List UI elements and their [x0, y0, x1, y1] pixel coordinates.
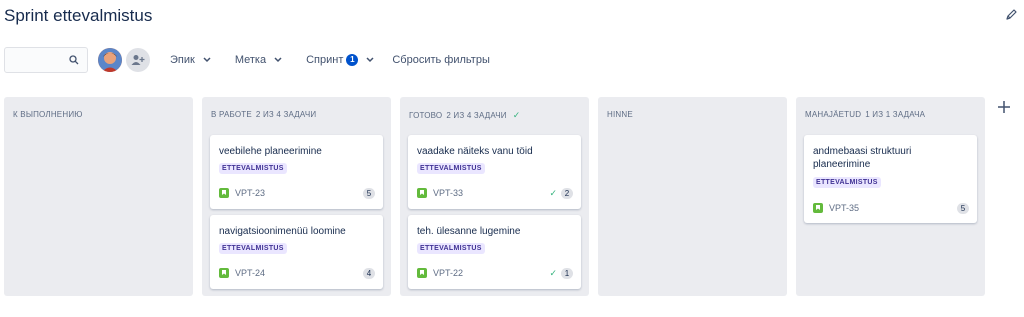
- board-column-done: ГОТОВО 2 ИЗ 4 ЗАДАЧИ ✓ vaadake näiteks van…: [400, 97, 589, 296]
- story-icon: [219, 268, 229, 278]
- story-icon: [813, 203, 823, 213]
- filter-toolbar: Эпик Метка Спринт 1 Сбросить фильтры: [4, 46, 490, 74]
- search-icon: [69, 55, 79, 65]
- epic-label[interactable]: ETTEVALMISTUS: [219, 163, 287, 174]
- column-title: ГОТОВО: [409, 111, 443, 120]
- epic-filter-label: Эпик: [170, 54, 195, 66]
- issue-summary: navigatsioonimenüü loomine: [219, 226, 346, 237]
- search-field[interactable]: [4, 47, 88, 73]
- column-header: MAHAJÄETUD 1 ИЗ 1 ЗАДАЧА: [805, 110, 925, 119]
- issue-key[interactable]: VPT-24: [235, 268, 265, 278]
- issue-key[interactable]: VPT-23: [235, 188, 265, 198]
- chevron-down-icon: [203, 57, 211, 63]
- column-issue-count: 2 ИЗ 4 ЗАДАЧИ: [255, 110, 317, 119]
- issue-card[interactable]: vaadake näiteks vanu töid ETTEVALMISTUS …: [408, 135, 581, 209]
- avatar[interactable]: [98, 48, 122, 72]
- issue-card[interactable]: teh. ülesanne lugemine ETTEVALMISTUS VPT…: [408, 215, 581, 289]
- issue-card[interactable]: navigatsioonimenüü loomine ETTEVALMISTUS…: [210, 215, 383, 289]
- card-footer: VPT-35 5: [813, 202, 969, 214]
- column-title: К ВЫПОЛНЕНИЮ: [13, 110, 83, 119]
- board-column-mahajaetud: MAHAJÄETUD 1 ИЗ 1 ЗАДАЧА andmebaasi struk…: [796, 97, 985, 296]
- story-points: 5: [957, 202, 969, 214]
- card-footer: VPT-22 ✓ 1: [417, 267, 573, 279]
- column-issue-count: 1 ИЗ 1 ЗАДАЧА: [865, 110, 926, 119]
- chevron-down-icon: [366, 57, 374, 63]
- epic-label[interactable]: ETTEVALMISTUS: [219, 243, 287, 254]
- card-footer: VPT-24 4: [219, 267, 375, 279]
- check-icon: ✓: [512, 110, 521, 120]
- board-column-in-progress: В РАБОТЕ 2 ИЗ 4 ЗАДАЧИ veebilehe planeeri…: [202, 97, 391, 296]
- column-header: В РАБОТЕ 2 ИЗ 4 ЗАДАЧИ: [211, 110, 316, 119]
- column-header: HINNE: [607, 110, 633, 119]
- epic-label[interactable]: ETTEVALMISTUS: [813, 177, 881, 188]
- label-filter-label: Метка: [234, 54, 267, 66]
- issue-summary: andmebaasi struktuuri planeerimine: [813, 146, 912, 170]
- reset-filters-button[interactable]: Сбросить фильтры: [392, 54, 490, 66]
- story-icon: [219, 188, 229, 198]
- search-input[interactable]: [9, 49, 73, 73]
- epic-label[interactable]: ETTEVALMISTUS: [417, 243, 485, 254]
- user-avatar-image: [98, 48, 122, 72]
- board-column-hinne: HINNE: [598, 97, 787, 296]
- column-header: ГОТОВО 2 ИЗ 4 ЗАДАЧИ ✓: [409, 110, 521, 121]
- story-points: 5: [363, 187, 375, 199]
- check-icon: ✓: [549, 187, 557, 198]
- page-title: Sprint ettevalmistus: [4, 6, 153, 25]
- story-points: 2: [561, 187, 573, 199]
- issue-summary: teh. ülesanne lugemine: [417, 226, 521, 237]
- add-user-button[interactable]: [126, 48, 150, 72]
- card-footer: VPT-33 ✓ 2: [417, 187, 573, 199]
- story-points: 1: [561, 267, 573, 279]
- column-title: MAHAJÄETUD: [805, 110, 862, 119]
- epic-label[interactable]: ETTEVALMISTUS: [417, 163, 485, 174]
- add-column-button[interactable]: [994, 97, 1014, 117]
- sprint-count-badge: 1: [346, 54, 359, 66]
- issue-key[interactable]: VPT-22: [433, 268, 463, 278]
- label-filter[interactable]: Метка: [231, 48, 286, 72]
- board-column-todo: К ВЫПОЛНЕНИЮ: [4, 97, 193, 296]
- story-icon: [417, 268, 427, 278]
- issue-card[interactable]: veebilehe planeerimine ETTEVALMISTUS VPT…: [210, 135, 383, 209]
- sprint-filter-label: Спринт: [306, 54, 344, 66]
- issue-summary: veebilehe planeerimine: [219, 146, 322, 157]
- sprint-filter[interactable]: Спринт 1: [302, 48, 378, 72]
- card-footer: VPT-23 5: [219, 187, 375, 199]
- column-header: К ВЫПОЛНЕНИЮ: [13, 110, 83, 119]
- column-issue-count: 2 ИЗ 4 ЗАДАЧИ: [446, 111, 507, 120]
- pencil-icon[interactable]: [1004, 8, 1018, 22]
- issue-key[interactable]: VPT-33: [433, 188, 463, 198]
- plus-icon: [998, 101, 1010, 113]
- chevron-down-icon: [274, 57, 282, 63]
- issue-card[interactable]: andmebaasi struktuuri planeerimine ETTEV…: [804, 135, 977, 223]
- story-points: 4: [363, 267, 375, 279]
- issue-key[interactable]: VPT-35: [829, 203, 859, 213]
- check-icon: ✓: [549, 267, 557, 278]
- column-title: HINNE: [607, 110, 633, 119]
- add-user-icon: [131, 55, 145, 65]
- column-title: В РАБОТЕ: [211, 110, 252, 119]
- issue-summary: vaadake näiteks vanu töid: [417, 146, 533, 157]
- epic-filter[interactable]: Эпик: [166, 48, 215, 72]
- story-icon: [417, 188, 427, 198]
